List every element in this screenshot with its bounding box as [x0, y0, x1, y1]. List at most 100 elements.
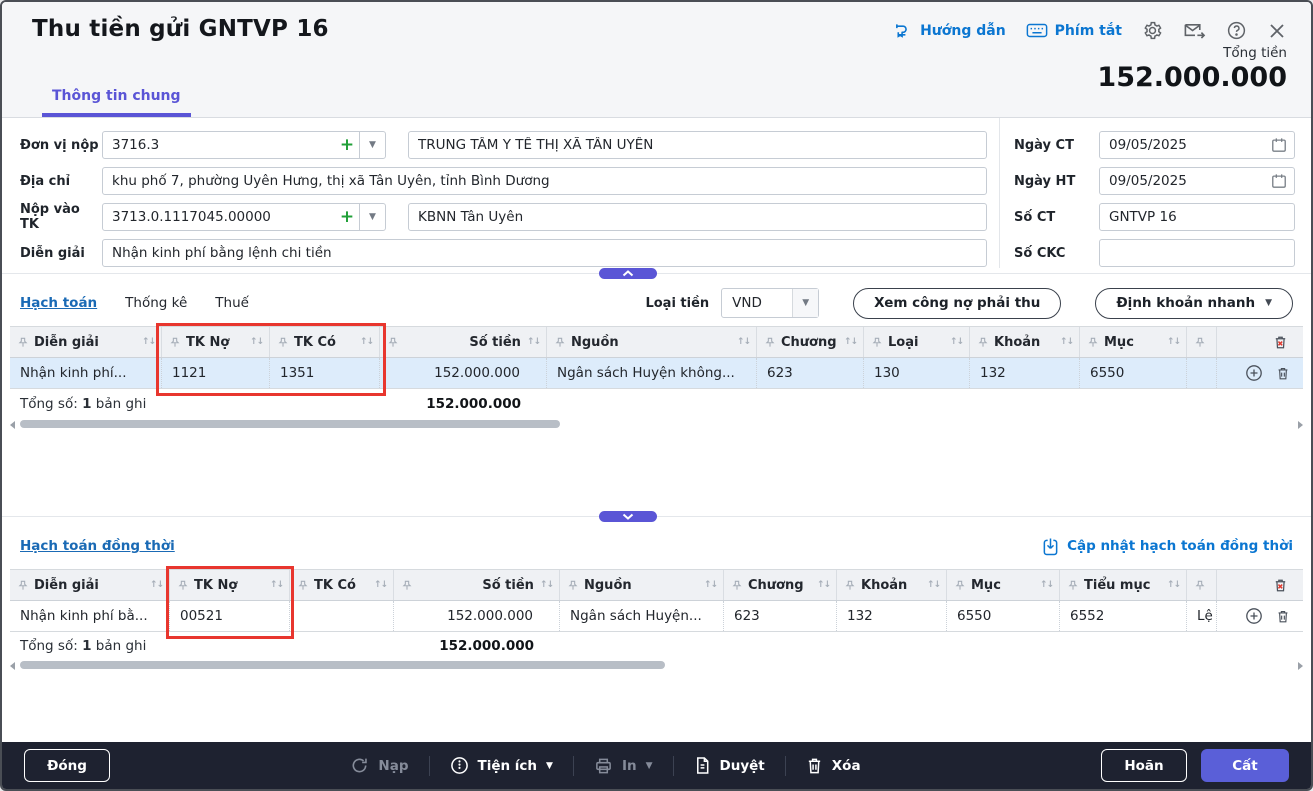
- pin-icon[interactable]: [1068, 580, 1078, 591]
- pin-icon[interactable]: [278, 337, 288, 348]
- col-partial[interactable]: [1187, 570, 1217, 600]
- sort-icon[interactable]: ↑↓: [360, 337, 374, 347]
- col-chuong[interactable]: Chương ↑↓: [757, 327, 864, 357]
- pin-icon[interactable]: [568, 580, 578, 591]
- pin-icon[interactable]: [170, 337, 180, 348]
- sort-icon[interactable]: ↑↓: [250, 337, 264, 347]
- circle-plus-icon[interactable]: [1245, 607, 1263, 625]
- cell-muc[interactable]: 6550: [1080, 358, 1187, 388]
- cell-tieu-muc[interactable]: 6552: [1060, 601, 1187, 631]
- cell-chuong[interactable]: 623: [724, 601, 837, 631]
- delete-button[interactable]: Xóa: [806, 756, 861, 775]
- unit-name-field[interactable]: [408, 131, 987, 159]
- col-khoan[interactable]: Khoản ↑↓: [970, 327, 1080, 357]
- trash-x-icon[interactable]: [1272, 577, 1289, 594]
- pin-icon[interactable]: [555, 337, 565, 348]
- account-combobox[interactable]: 3713.0.1117045.00000 + ▼: [102, 203, 386, 231]
- ckc-field[interactable]: [1099, 239, 1295, 267]
- col-partial[interactable]: [1187, 327, 1217, 357]
- date-ht-field[interactable]: [1099, 167, 1295, 195]
- cell-loai[interactable]: 130: [864, 358, 970, 388]
- pin-icon[interactable]: [978, 337, 988, 348]
- chevron-down-icon[interactable]: ▼: [359, 132, 385, 158]
- address-field[interactable]: [102, 167, 987, 195]
- pin-icon[interactable]: [1088, 337, 1098, 348]
- reload-button[interactable]: Nạp: [350, 756, 409, 775]
- cell-muc[interactable]: 6550: [947, 601, 1060, 631]
- pin-icon[interactable]: [402, 580, 412, 591]
- mail-send-icon[interactable]: [1183, 21, 1206, 41]
- cell-tk-no[interactable]: 1121: [162, 358, 270, 388]
- pin-icon[interactable]: [765, 337, 775, 348]
- pin-icon[interactable]: [845, 580, 855, 591]
- approve-button[interactable]: Duyệt: [694, 756, 765, 775]
- utilities-button[interactable]: Tiện ích ▼: [450, 756, 553, 775]
- sort-icon[interactable]: ↑↓: [737, 337, 751, 347]
- cell-tk-no[interactable]: 00521: [170, 601, 290, 631]
- pin-icon[interactable]: [298, 580, 308, 591]
- sort-icon[interactable]: ↑↓: [540, 580, 554, 590]
- update-simultaneous-link[interactable]: Cập nhật hạch toán đồng thời: [1042, 537, 1293, 556]
- col-khoan[interactable]: Khoản ↑↓: [837, 570, 947, 600]
- sort-icon[interactable]: ↑↓: [1167, 337, 1181, 347]
- pin-icon[interactable]: [388, 337, 398, 348]
- table-hscrollbar[interactable]: [10, 419, 1303, 429]
- sort-icon[interactable]: ↑↓: [270, 580, 284, 590]
- sort-icon[interactable]: ↑↓: [527, 337, 541, 347]
- cell-khoan[interactable]: 132: [837, 601, 947, 631]
- col-muc[interactable]: Mục ↑↓: [1080, 327, 1187, 357]
- sort-icon[interactable]: ↑↓: [927, 580, 941, 590]
- pin-icon[interactable]: [1195, 337, 1205, 348]
- shortcut-link[interactable]: Phím tắt: [1026, 22, 1122, 39]
- sort-icon[interactable]: ↑↓: [374, 580, 388, 590]
- sort-icon[interactable]: ↑↓: [150, 580, 164, 590]
- cell-dien-giai[interactable]: Nhận kinh phí bằ...: [10, 601, 170, 631]
- scroll-left-icon[interactable]: [10, 662, 15, 670]
- pin-icon[interactable]: [178, 580, 188, 591]
- cell-so-tien[interactable]: 152.000.000: [380, 358, 547, 388]
- circle-plus-icon[interactable]: [1245, 364, 1263, 382]
- scrollbar-thumb[interactable]: [20, 661, 665, 669]
- currency-select[interactable]: VND ▼: [721, 288, 820, 318]
- col-tk-no[interactable]: TK Nợ ↑↓: [162, 327, 270, 357]
- doc-no-field[interactable]: [1099, 203, 1295, 231]
- table-hscrollbar[interactable]: [10, 660, 1303, 670]
- add-plus-icon[interactable]: +: [335, 204, 359, 230]
- cell-tk-co[interactable]: [290, 601, 394, 631]
- chevron-down-icon[interactable]: ▼: [359, 204, 385, 230]
- quick-entry-button[interactable]: Định khoản nhanh ▼: [1095, 287, 1293, 319]
- tab-thong-ke[interactable]: Thống kê: [125, 295, 187, 311]
- col-chuong[interactable]: Chương ↑↓: [724, 570, 837, 600]
- save-button[interactable]: Cất: [1200, 749, 1289, 782]
- cell-so-tien[interactable]: 152.000.000: [394, 601, 560, 631]
- col-so-tien[interactable]: Số tiền ↑↓: [380, 327, 547, 357]
- tab-thong-tin-chung[interactable]: Thông tin chung: [42, 88, 191, 117]
- pin-icon[interactable]: [1195, 580, 1205, 591]
- table-row[interactable]: Nhận kinh phí bằ... 00521 152.000.000 Ng…: [10, 601, 1303, 632]
- delete-all-header[interactable]: [1217, 570, 1303, 600]
- guide-link[interactable]: Hướng dẫn: [894, 21, 1006, 40]
- col-tk-co[interactable]: TK Có ↑↓: [290, 570, 394, 600]
- trash-icon[interactable]: [1275, 608, 1291, 625]
- sort-icon[interactable]: ↑↓: [844, 337, 858, 347]
- col-so-tien[interactable]: Số tiền ↑↓: [394, 570, 560, 600]
- sort-icon[interactable]: ↑↓: [142, 337, 156, 347]
- account-code-value[interactable]: 3713.0.1117045.00000: [103, 204, 335, 230]
- description-field[interactable]: [102, 239, 987, 267]
- cell-chuong[interactable]: 623: [757, 358, 864, 388]
- scroll-right-icon[interactable]: [1298, 421, 1303, 429]
- gear-icon[interactable]: [1142, 20, 1163, 41]
- view-receivable-button[interactable]: Xem công nợ phải thu: [853, 287, 1062, 319]
- col-nguon[interactable]: Nguồn ↑↓: [547, 327, 757, 357]
- sort-icon[interactable]: ↑↓: [1167, 580, 1181, 590]
- close-button[interactable]: Đóng: [24, 749, 110, 782]
- cell-khoan[interactable]: 132: [970, 358, 1080, 388]
- sort-icon[interactable]: ↑↓: [950, 337, 964, 347]
- col-tk-co[interactable]: TK Có ↑↓: [270, 327, 380, 357]
- pin-icon[interactable]: [18, 580, 28, 591]
- cell-dien-giai[interactable]: Nhận kinh phí...: [10, 358, 162, 388]
- tab-thue[interactable]: Thuế: [215, 295, 249, 311]
- postpone-button[interactable]: Hoãn: [1100, 749, 1187, 782]
- collapse-down-button[interactable]: [599, 511, 657, 522]
- col-tieu-muc[interactable]: Tiểu mục ↑↓: [1060, 570, 1187, 600]
